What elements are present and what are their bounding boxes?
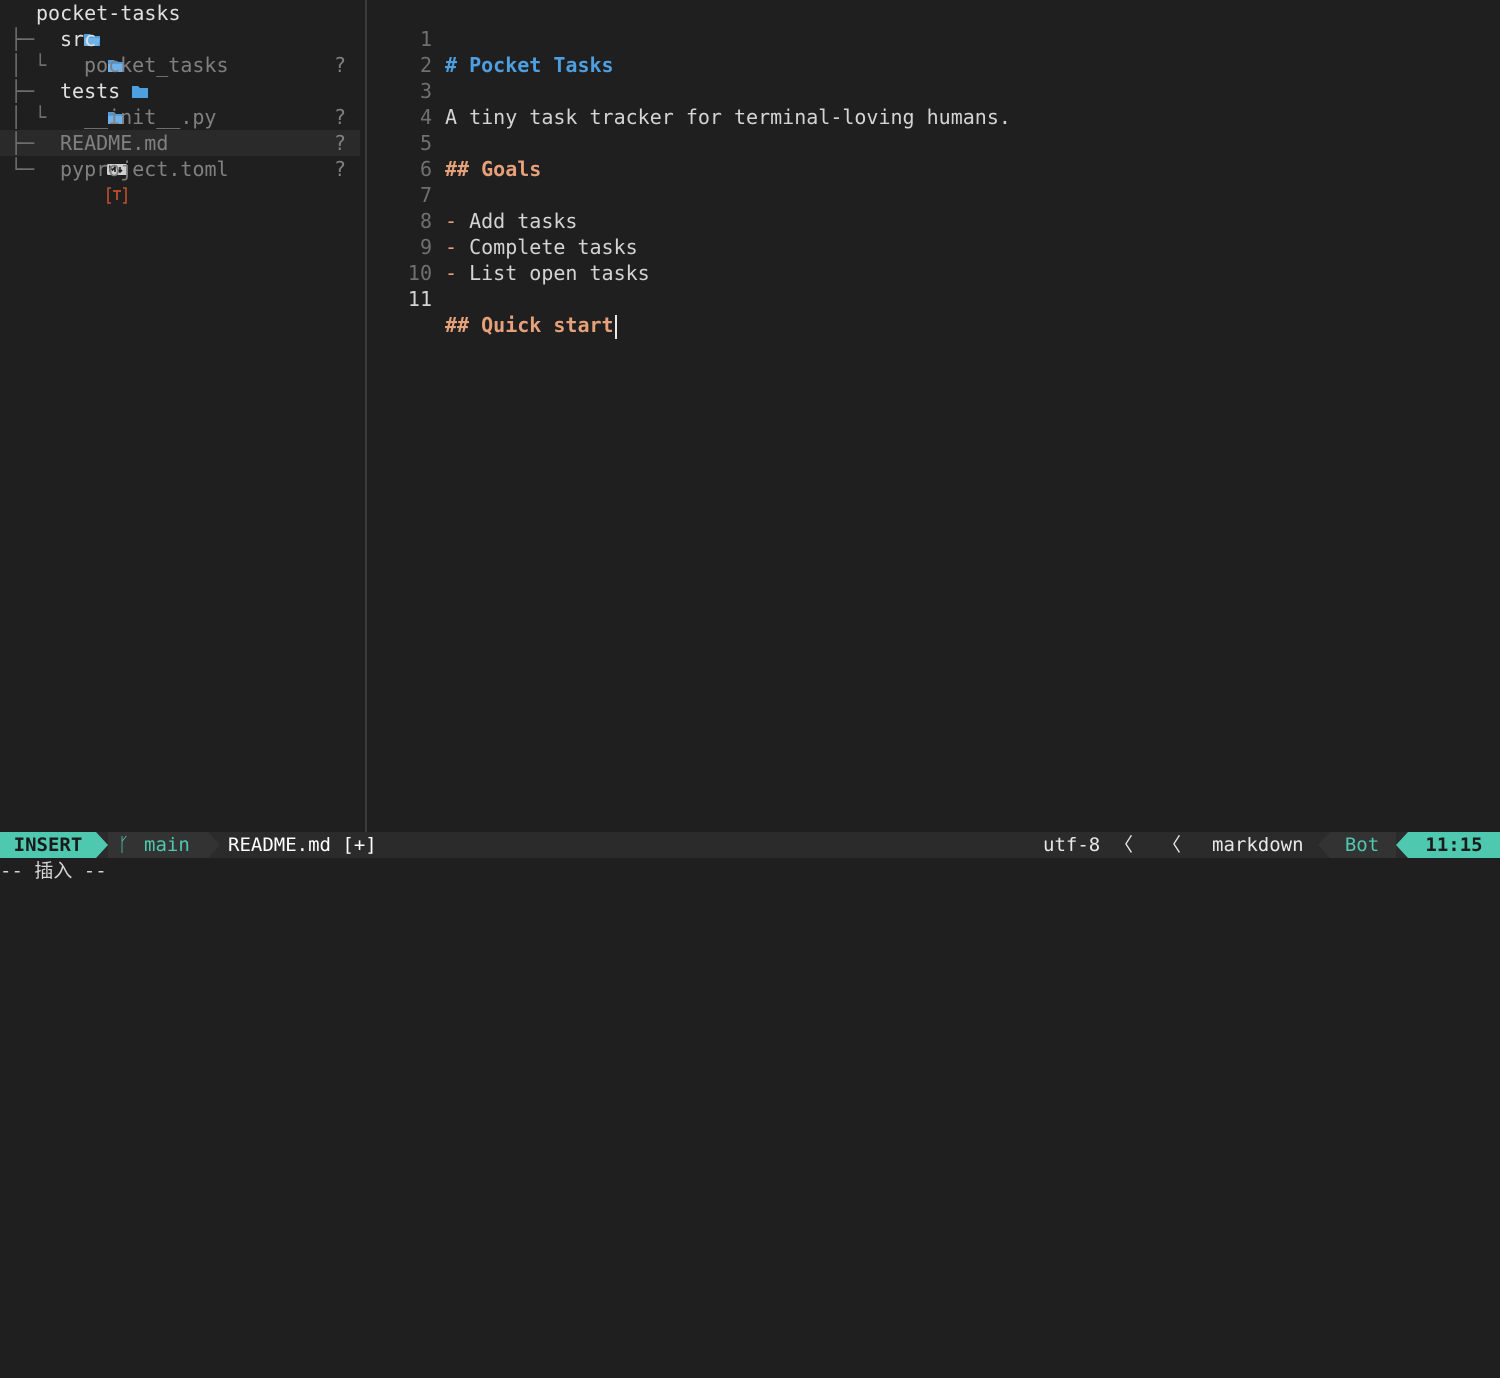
editor-line[interactable]: 3 A tiny task tracker for terminal-lovin… (367, 52, 1011, 129)
editor-line[interactable]: 2 (367, 26, 432, 77)
tree-item-label: tests (60, 79, 121, 103)
folder-open-icon (34, 78, 125, 124)
editor-line-current[interactable]: 11 ## Quick start (367, 260, 617, 339)
git-status-badge: ? (333, 53, 346, 77)
file-name: README.md [+] (228, 834, 377, 856)
list-item-text: Add tasks (469, 209, 578, 233)
file-encoding: utf-8 (1043, 834, 1101, 856)
editor-line[interactable]: 5 ## Goals (367, 104, 541, 181)
list-bullet: - (445, 235, 458, 259)
folder-open-icon (34, 26, 125, 72)
heading-text: Goals (481, 157, 542, 181)
powerline-separator (208, 832, 220, 858)
line-number: 11 (407, 287, 432, 311)
status-line: INSERT ᚴ main README.md [+] utf-8 〈 〈 ma… (0, 832, 1500, 878)
tree-guide: ├─ (10, 79, 35, 103)
list-item-text: Complete tasks (469, 235, 638, 259)
powerline-separator (1318, 832, 1330, 858)
tree-item-label: pyproject.toml (60, 157, 229, 181)
tree-item-tests[interactable]: ├─ tests (0, 78, 360, 124)
folder-icon (58, 52, 149, 98)
folder-open-icon (10, 0, 101, 46)
editor-line[interactable]: 1 # Pocket Tasks (367, 0, 614, 77)
git-branch-icon: ᚴ (118, 834, 130, 856)
tree-guide: │ └ (10, 53, 47, 77)
tree-item-readme[interactable]: ├─ README.md ? (0, 130, 360, 175)
cursor-position: 11:15 (1408, 832, 1500, 858)
git-status-badge: ? (333, 157, 346, 181)
tree-item-pocket-tasks[interactable]: │ └ pocket_tasks ? (0, 52, 360, 98)
heading-marker: # (445, 53, 458, 77)
list-bullet: - (445, 261, 458, 285)
scroll-position: Bot (1344, 834, 1380, 856)
editor-line[interactable]: 6 (367, 130, 432, 181)
tree-item-label: pocket_tasks (84, 53, 229, 77)
editor-line[interactable]: 7 - Add tasks (367, 156, 578, 233)
tree-guide: ├─ (10, 131, 35, 155)
powerline-separator (1396, 832, 1408, 858)
tree-item-label: src (60, 27, 97, 51)
text-cursor (614, 314, 617, 339)
branch-name: main (144, 834, 190, 856)
list-item-text: List open tasks (469, 261, 650, 285)
mode-indicator: INSERT (0, 832, 96, 858)
line-text: A tiny task tracker for terminal-loving … (445, 105, 1011, 129)
file-type: markdown (1212, 834, 1304, 856)
markdown-icon (34, 130, 128, 175)
editor-line[interactable]: 10 (367, 234, 432, 285)
git-status-badge: ? (333, 105, 346, 129)
powerline-separator (96, 832, 108, 858)
command-line[interactable]: -- 插入 -- (0, 858, 1500, 885)
tree-item-init-py[interactable]: │ └ __init__.py ? (0, 104, 360, 150)
chevron-left-icon: 〈 (1162, 834, 1182, 856)
editor-line[interactable]: 8 - Complete tasks (367, 182, 638, 259)
chevron-left-icon: 〈 (1114, 834, 1134, 856)
tree-item-label: README.md (60, 131, 169, 155)
tree-guide: │ └ (10, 105, 47, 129)
tree-root-label: pocket-tasks (36, 1, 181, 25)
tree-root[interactable]: pocket-tasks (0, 0, 360, 46)
list-bullet: - (445, 209, 458, 233)
heading-marker: ## (445, 157, 470, 181)
tree-item-pyproject[interactable]: └─ pyproject.toml ? (0, 156, 360, 204)
git-status-badge: ? (333, 131, 346, 155)
heading-text: Pocket Tasks (469, 53, 614, 77)
file-tree: pocket-tasks ├─ src │ └ pocket_tasks ? ├… (0, 0, 365, 832)
tree-guide: ├─ (10, 27, 35, 51)
heading-marker: ## (445, 313, 470, 337)
python-icon (58, 104, 148, 150)
editor-line[interactable]: 9 - List open tasks (367, 208, 650, 285)
editor-line[interactable]: 4 (367, 78, 432, 129)
tree-guide: └─ (10, 157, 35, 181)
heading-text: Quick start (481, 313, 614, 337)
tree-item-src[interactable]: ├─ src (0, 26, 360, 72)
editor-buffer[interactable]: 1 # Pocket Tasks 2 3 A tiny task tracker… (367, 0, 1500, 832)
toml-icon (34, 156, 128, 204)
tree-item-label: __init__.py (84, 105, 217, 129)
